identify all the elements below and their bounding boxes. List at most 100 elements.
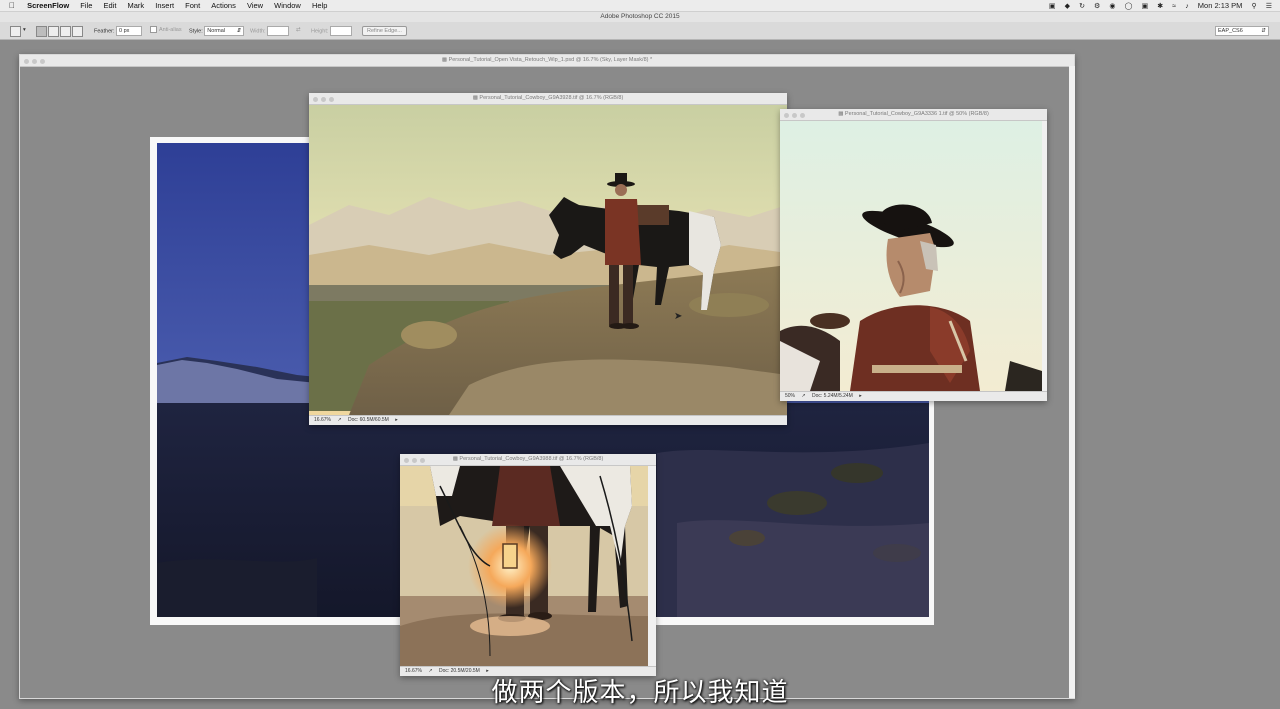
- status-icon[interactable]: ▣: [1049, 1, 1056, 12]
- cowboy-close-title: Personal_Tutorial_Cowboy_G9A3336 1.tif @…: [844, 111, 989, 117]
- height-input[interactable]: [329, 26, 352, 36]
- status-menu-arrow-icon[interactable]: ▸: [395, 416, 398, 425]
- close-button[interactable]: [313, 97, 318, 102]
- timer-icon[interactable]: ◯: [1125, 1, 1133, 12]
- zoom-button[interactable]: [800, 113, 805, 118]
- share-icon[interactable]: ↗: [337, 416, 341, 425]
- feather-label: Feather:: [94, 28, 115, 35]
- notification-center-icon[interactable]: ☰: [1266, 1, 1272, 12]
- cowboy-wide-title: Personal_Tutorial_Cowboy_G9A3928.tif @ 1…: [479, 95, 624, 101]
- style-select[interactable]: Normal ⇵: [204, 26, 245, 36]
- main-window-right-edge: [1069, 66, 1075, 698]
- main-window-title: Personal_Tutorial_Open Vista_Retouch_Wip…: [448, 57, 653, 63]
- options-bar: ▾ Feather: 0 px Anti-alias Style: Normal…: [0, 22, 1280, 40]
- document-icon: ▩: [472, 95, 478, 101]
- cowboy-lantern-titlebar[interactable]: ▩ Personal_Tutorial_Cowboy_G9A3988.tif @…: [400, 454, 656, 466]
- status-menu-arrow-icon[interactable]: ▸: [859, 392, 862, 401]
- minimize-button[interactable]: [321, 97, 326, 102]
- zoom-level[interactable]: 16.67%: [314, 416, 331, 425]
- window-controls[interactable]: [24, 58, 48, 66]
- width-input[interactable]: [267, 26, 290, 36]
- window-controls[interactable]: [784, 112, 808, 120]
- document-icon: ▩: [838, 111, 844, 117]
- anti-alias-checkbox[interactable]: [150, 26, 157, 34]
- menu-extras: ▣ ◆ ↻ ⚙ ◉ ◯ ▣ ✱ ≈ ♪ Mon 2:13 PM ⚲ ☰: [1042, 0, 1272, 11]
- height-label: Height:: [311, 28, 329, 35]
- window-controls[interactable]: [404, 457, 428, 465]
- menu-insert[interactable]: Insert: [155, 0, 174, 11]
- main-window-titlebar[interactable]: ▩ Personal_Tutorial_Open Vista_Retouch_W…: [20, 55, 1074, 67]
- doc-size: Doc: 5.24M/5.24M: [812, 393, 853, 399]
- feather-control: Feather: 0 px: [94, 26, 143, 36]
- menu-bar:  ScreenFlow File Edit Mark Insert Font …: [0, 0, 1280, 12]
- add-selection-icon[interactable]: [48, 26, 59, 37]
- mouse-cursor-icon: ➤: [674, 311, 683, 322]
- swap-icon[interactable]: ⇄: [296, 26, 301, 35]
- new-selection-icon[interactable]: [36, 26, 47, 37]
- close-button[interactable]: [24, 59, 29, 64]
- zoom-button[interactable]: [40, 59, 45, 64]
- subtract-selection-icon[interactable]: [60, 26, 71, 37]
- cowboy-close-window[interactable]: ▩ Personal_Tutorial_Cowboy_G9A3336 1.tif…: [780, 109, 1047, 401]
- zoom-button[interactable]: [420, 458, 425, 463]
- menu-window[interactable]: Window: [274, 0, 301, 11]
- feather-input[interactable]: 0 px: [116, 26, 143, 36]
- spotlight-search-icon[interactable]: ⚲: [1251, 1, 1256, 12]
- cowboy-close-titlebar[interactable]: ▩ Personal_Tutorial_Cowboy_G9A3336 1.tif…: [780, 109, 1047, 121]
- style-label: Style:: [189, 28, 203, 35]
- wifi-icon[interactable]: ≈: [1172, 1, 1176, 12]
- minimize-button[interactable]: [792, 113, 797, 118]
- menu-mark[interactable]: Mark: [128, 0, 145, 11]
- width-control: Width:: [250, 26, 290, 36]
- menu-help[interactable]: Help: [312, 0, 327, 11]
- anti-alias-control[interactable]: Anti-alias: [150, 26, 182, 35]
- doc-size: Doc: 60.5M/60.5M: [347, 417, 389, 423]
- cowboy-lantern-title: Personal_Tutorial_Cowboy_G9A3988.tif @ 1…: [459, 456, 604, 462]
- menu-view[interactable]: View: [247, 0, 263, 11]
- workspace-select[interactable]: EAP_CS6 ⇵: [1215, 26, 1269, 36]
- document-icon: ▩: [441, 57, 448, 63]
- window-controls[interactable]: [313, 96, 337, 104]
- share-icon[interactable]: ↗: [801, 392, 805, 401]
- bluetooth-icon[interactable]: ✱: [1157, 1, 1163, 12]
- menu-edit[interactable]: Edit: [103, 0, 116, 11]
- shield-icon[interactable]: ◆: [1065, 1, 1070, 12]
- marquee-tool-icon[interactable]: [10, 26, 21, 37]
- style-value: Normal: [207, 28, 226, 34]
- cowboy-wide-photo: [309, 105, 787, 415]
- minimize-button[interactable]: [32, 59, 37, 64]
- zoom-button[interactable]: [329, 97, 334, 102]
- tool-preset-chevron-icon[interactable]: ▾: [23, 26, 26, 35]
- cowboy-lantern-window[interactable]: ▩ Personal_Tutorial_Cowboy_G9A3988.tif @…: [400, 454, 656, 676]
- cowboy-wide-titlebar[interactable]: ▩ Personal_Tutorial_Cowboy_G9A3928.tif @…: [309, 93, 787, 105]
- select-arrows-icon: ⇵: [1261, 28, 1266, 34]
- menu-app-name[interactable]: ScreenFlow: [27, 0, 69, 11]
- sync-icon[interactable]: ↻: [1079, 1, 1085, 12]
- close-button[interactable]: [404, 458, 409, 463]
- cowboy-close-statusbar: 50% ↗ Doc: 5.24M/5.24M ▸: [780, 391, 1047, 401]
- refine-edge-button[interactable]: Refine Edge...: [362, 26, 407, 36]
- cowboy-lantern-photo: [400, 466, 648, 667]
- document-icon: ▩: [452, 456, 458, 462]
- zoom-level[interactable]: 50%: [785, 392, 795, 401]
- cowboy-wide-window[interactable]: ▩ Personal_Tutorial_Cowboy_G9A3928.tif @…: [309, 93, 787, 425]
- height-control: Height:: [311, 26, 352, 36]
- video-subtitle: 做两个版本，所以我知道: [491, 678, 789, 708]
- clock[interactable]: Mon 2:13 PM: [1198, 0, 1243, 11]
- style-control: Style: Normal ⇵: [189, 26, 245, 36]
- close-button[interactable]: [784, 113, 789, 118]
- workspace-control: EAP_CS6 ⇵: [1215, 26, 1269, 36]
- menu-font[interactable]: Font: [185, 0, 200, 11]
- intersect-selection-icon[interactable]: [72, 26, 83, 37]
- menu-file[interactable]: File: [80, 0, 92, 11]
- capture-icon[interactable]: ▣: [1142, 1, 1149, 12]
- width-label: Width:: [250, 28, 266, 35]
- select-arrows-icon: ⇵: [236, 28, 242, 34]
- apple-menu-icon[interactable]: : [9, 0, 15, 11]
- minimize-button[interactable]: [412, 458, 417, 463]
- volume-icon[interactable]: ♪: [1185, 1, 1189, 12]
- record-icon[interactable]: ◉: [1109, 1, 1115, 12]
- menu-actions[interactable]: Actions: [211, 0, 236, 11]
- tools-icon[interactable]: ⚙: [1094, 1, 1100, 12]
- app-title: Adobe Photoshop CC 2015: [0, 12, 1280, 22]
